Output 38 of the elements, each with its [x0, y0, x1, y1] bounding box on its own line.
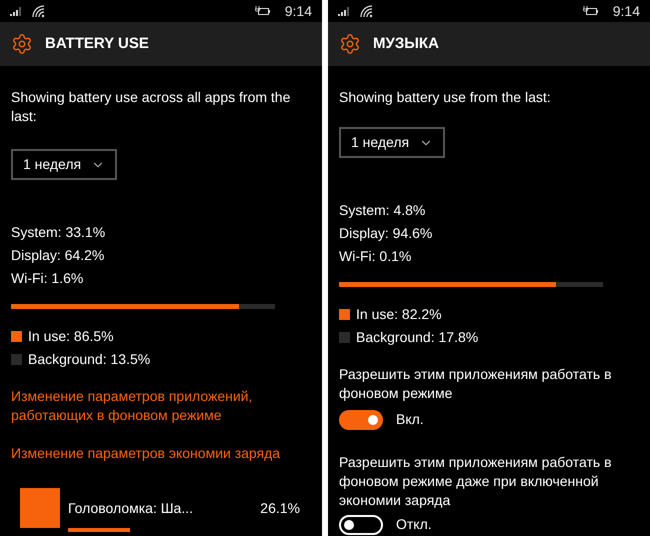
- battery-charging-icon: [254, 6, 271, 16]
- intro-text: Showing battery use across all apps from the last:: [11, 88, 292, 126]
- signal-icon: [338, 6, 351, 16]
- settings-link[interactable]: Изменение параметров экономии заряда: [11, 444, 311, 463]
- settings-icon: [11, 33, 33, 55]
- app-usage-bar: [68, 528, 130, 532]
- status-time: 9:14: [612, 2, 640, 20]
- setting-description: Разрешить этим приложениям работать в фоновом режиме: [339, 365, 613, 403]
- wifi-icon: [31, 4, 45, 18]
- battery-charging-icon: [582, 6, 599, 16]
- app-name[interactable]: Головоломка: Ша...: [68, 498, 194, 518]
- legend-label: Background: 17.8%: [356, 328, 478, 347]
- legend-label: Background: 13.5%: [28, 350, 150, 369]
- stat-line: Display: 94.6%: [339, 224, 434, 243]
- toggle-state-label: Вкл.: [396, 410, 424, 429]
- signal-icon: [10, 6, 23, 16]
- settings-icon: [339, 33, 361, 55]
- page-title: МУЗЫКА: [373, 34, 439, 54]
- toggle-state-label: Откл.: [396, 515, 432, 534]
- intro-text: Showing battery use from the last:: [339, 88, 552, 107]
- toggle-switch[interactable]: [339, 410, 383, 430]
- wifi-icon: [359, 4, 373, 18]
- page-title: BATTERY USE: [45, 34, 149, 54]
- period-dropdown[interactable]: 1 неделя: [11, 149, 118, 180]
- setting-description: Разрешить этим приложениям работать в фоновом режиме даже при включенной экономии заряда: [339, 453, 613, 510]
- stat-line: Wi-Fi: 1.6%: [11, 269, 84, 288]
- legend-label: In use: 82.2%: [356, 305, 442, 324]
- stat-line: System: 4.8%: [339, 201, 426, 220]
- stat-line: System: 33.1%: [11, 223, 106, 242]
- status-time: 9:14: [284, 2, 312, 20]
- toggle-switch[interactable]: [339, 514, 383, 534]
- app-tile: [20, 488, 60, 528]
- stat-line: Display: 64.2%: [11, 246, 106, 265]
- period-dropdown[interactable]: 1 неделя: [339, 127, 446, 158]
- app-percent: 26.1%: [260, 498, 300, 518]
- legend-label: In use: 86.5%: [28, 327, 114, 346]
- stat-line: Wi-Fi: 0.1%: [339, 247, 412, 266]
- settings-link[interactable]: Изменение параметров приложений, работающих в фоновом режиме: [11, 387, 311, 425]
